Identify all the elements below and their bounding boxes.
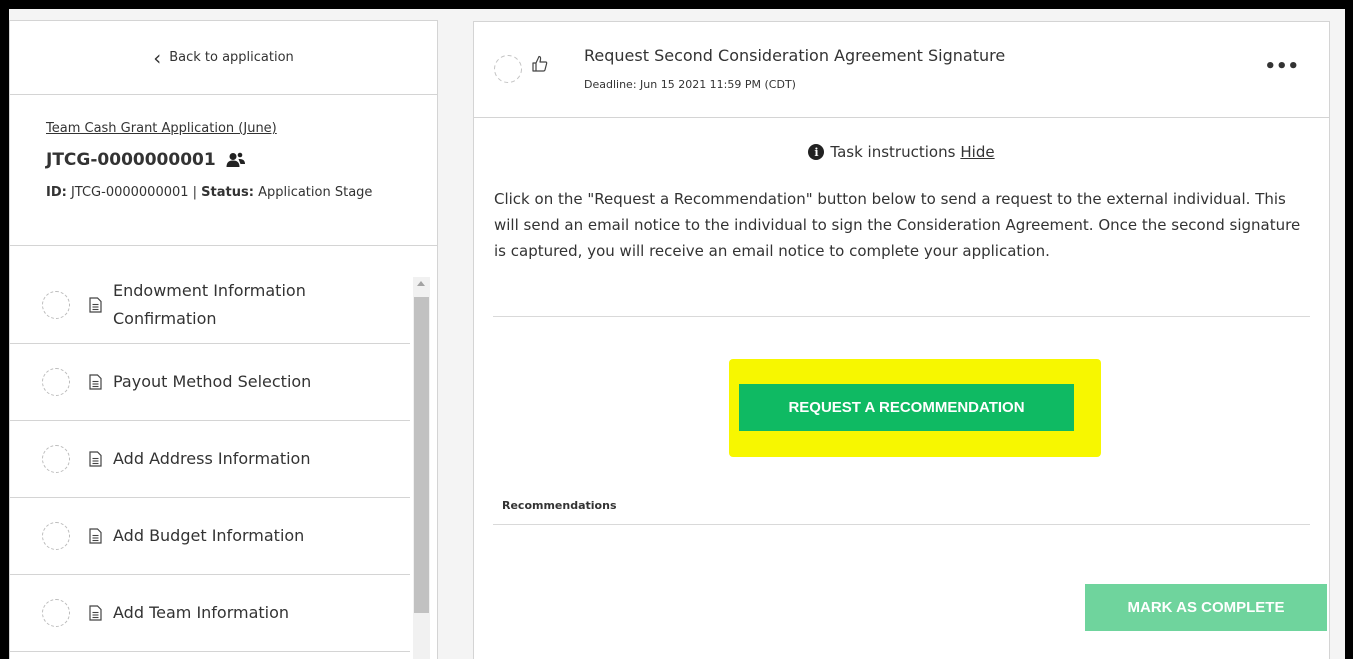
meta-status-label: Status: [201,185,254,200]
instructions-heading-text: Task instructions [830,143,956,161]
status-circle-icon [42,522,70,550]
status-circle-icon [42,368,70,396]
application-id-heading: JTCG-0000000001 [46,150,413,170]
sidebar: ‹ Back to application Team Cash Grant Ap… [9,20,438,659]
task-label: Payout Method Selection [113,372,312,391]
mark-as-complete-button[interactable]: MARK AS COMPLETE [1085,584,1327,631]
scrollbar-thumb[interactable] [414,297,429,613]
meta-status-value: Application Stage [253,185,373,200]
task-item-team-information[interactable]: Add Team Information [10,575,410,652]
recommendations-label: Recommendations [502,499,617,512]
task-list: Endowment Information Confirmation Payou… [10,266,410,652]
task-label: Endowment Information Confirmation [113,280,306,328]
task-item-payout-method[interactable]: Payout Method Selection [10,344,410,421]
task-label: Add Address Information [113,449,311,468]
more-options-icon[interactable]: ••• [1264,56,1299,77]
people-icon [226,152,246,168]
task-title: Request Second Consideration Agreement S… [584,46,1006,65]
request-recommendation-button[interactable]: REQUEST A RECOMMENDATION [739,384,1074,431]
scroll-up-arrow-icon[interactable] [417,281,425,286]
task-status-circle-icon [494,55,522,83]
task-label: Add Team Information [113,603,290,622]
task-instructions-body: Click on the "Request a Recommendation" … [494,190,1301,260]
divider [493,316,1310,317]
document-icon [89,374,102,390]
app-frame: ‹ Back to application Team Cash Grant Ap… [9,9,1345,659]
application-link[interactable]: Team Cash Grant Application (June) [46,121,413,136]
status-circle-icon [42,599,70,627]
info-icon: i [808,144,825,160]
document-icon [89,296,102,313]
document-icon [89,451,102,467]
document-icon [89,528,102,544]
task-label: Add Budget Information [113,526,305,545]
task-list-scrollbar[interactable] [413,277,430,659]
task-item-endowment-information[interactable]: Endowment Information Confirmation [10,266,410,344]
hide-instructions-link[interactable]: Hide [960,143,994,161]
task-instructions-heading: i Task instructions Hide [474,143,1329,161]
task-item-address-information[interactable]: Add Address Information [10,421,410,498]
status-circle-icon [42,290,70,319]
back-label: Back to application [169,50,294,65]
application-info: Team Cash Grant Application (June) JTCG-… [10,95,437,246]
task-panel: Request Second Consideration Agreement S… [473,21,1330,659]
status-circle-icon [42,445,70,473]
application-id: JTCG-0000000001 [46,150,216,170]
task-item-budget-information[interactable]: Add Budget Information [10,498,410,575]
meta-id-label: ID: [46,185,67,200]
task-header: Request Second Consideration Agreement S… [474,22,1329,118]
application-meta: ID: JTCG-0000000001 | Status: Applicatio… [46,182,413,203]
document-icon [89,605,102,621]
divider [493,524,1310,525]
thumbs-up-icon [532,55,548,72]
task-deadline: Deadline: Jun 15 2021 11:59 PM (CDT) [584,78,796,91]
chevron-left-icon: ‹ [153,45,162,70]
meta-id-value: JTCG-0000000001 | [66,185,202,200]
back-to-application-link[interactable]: ‹ Back to application [10,21,437,95]
